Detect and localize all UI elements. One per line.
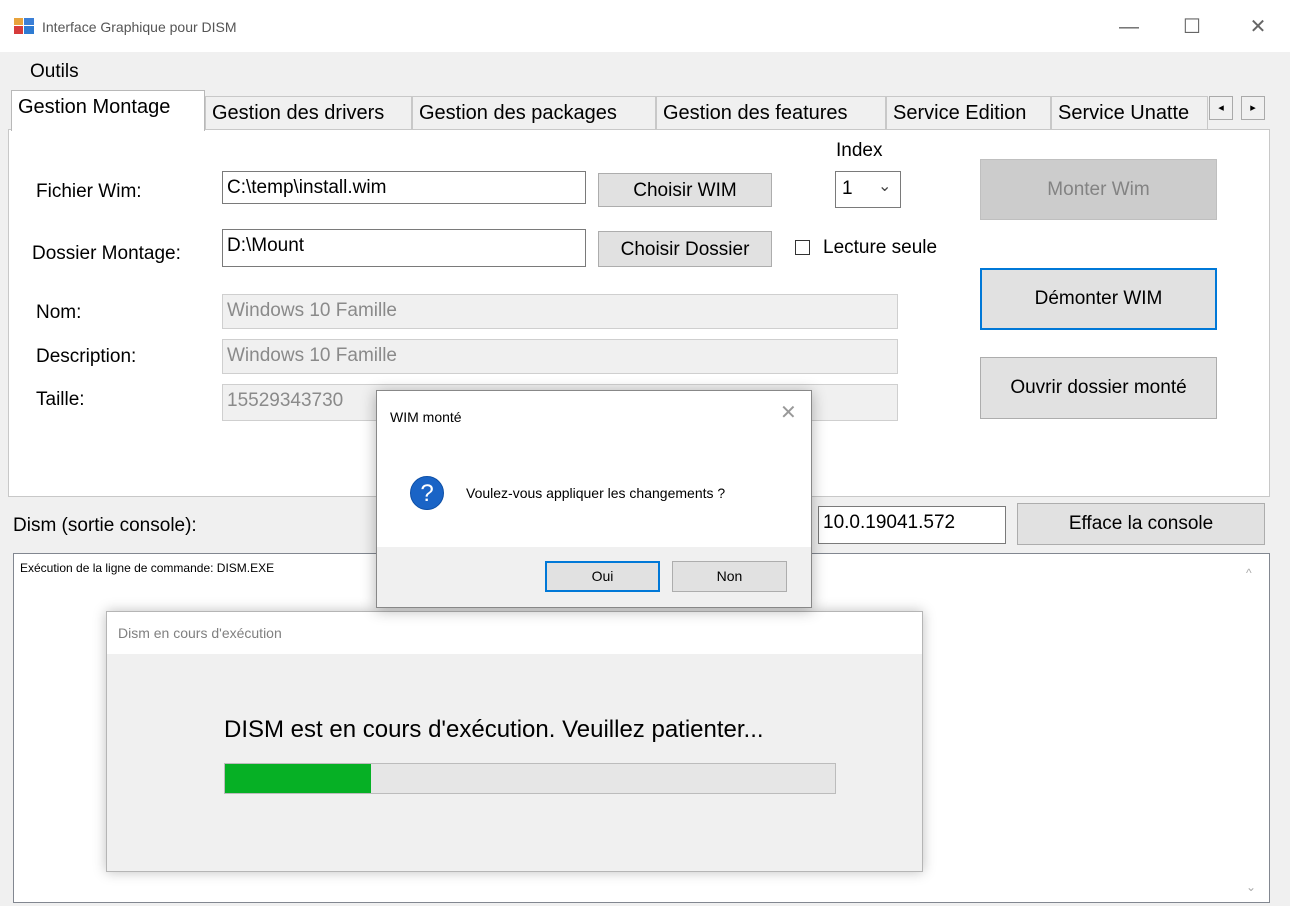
console-label: Dism (sortie console): [13,515,197,536]
description-field: Windows 10 Famille [222,339,898,374]
message-box-text: Voulez-vous appliquer les changements ? [466,485,726,501]
progress-message: DISM est en cours d'exécution. Veuillez … [224,716,764,743]
tab-gestion-drivers[interactable]: Gestion des drivers [205,96,412,129]
menu-outils[interactable]: Outils [30,61,79,83]
tab-gestion-packages[interactable]: Gestion des packages [412,96,656,129]
fichier-wim-label: Fichier Wim: [36,181,142,202]
tab-scroll-right-button[interactable]: ▸ [1241,96,1265,120]
dossier-montage-input[interactable]: D:\Mount [222,229,586,267]
index-select[interactable]: 1 ⌄ [835,171,901,208]
non-button[interactable]: Non [672,561,787,592]
scroll-up-icon[interactable]: ^ [1246,566,1252,580]
version-field: 10.0.19041.572 [818,506,1006,544]
lecture-seule-label: Lecture seule [823,237,938,258]
tab-gestion-features[interactable]: Gestion des features [656,96,886,129]
console-output-text: Exécution de la ligne de commande: DISM.… [20,561,275,575]
menu-bar [0,52,1290,88]
question-icon: ? [410,476,444,510]
fichier-wim-input[interactable]: C:\temp\install.wim [222,171,586,204]
efface-console-button[interactable]: Efface la console [1017,503,1265,545]
nom-label: Nom: [36,302,82,323]
lecture-seule-checkbox[interactable] [795,240,810,255]
monter-wim-button[interactable]: Monter Wim [980,159,1217,220]
oui-button[interactable]: Oui [545,561,660,592]
maximize-button[interactable]: ☐ [1177,14,1207,40]
demonter-wim-button[interactable]: Démonter WIM [980,268,1217,330]
tab-service-edition[interactable]: Service Edition [886,96,1051,129]
minimize-button[interactable]: — [1114,14,1144,40]
message-box-title: WIM monté [390,409,462,425]
progress-bar-fill [225,764,371,793]
window-title: Interface Graphique pour DISM [42,19,237,35]
choisir-dossier-button[interactable]: Choisir Dossier [598,231,772,267]
tab-gestion-montage[interactable]: Gestion Montage [11,90,205,131]
tab-scroll-left-button[interactable]: ◂ [1209,96,1233,120]
ouvrir-dossier-button[interactable]: Ouvrir dossier monté [980,357,1217,419]
index-label: Index [836,140,883,161]
close-button[interactable]: ✕ [1243,14,1273,40]
app-icon [14,18,34,34]
nom-field: Windows 10 Famille [222,294,898,329]
dossier-montage-label: Dossier Montage: [32,243,181,264]
description-label: Description: [36,346,137,367]
tab-service-unattend[interactable]: Service Unatte [1051,96,1208,129]
taille-label: Taille: [36,389,85,410]
chevron-down-icon: ⌄ [878,178,892,195]
index-select-value: 1 [842,178,853,199]
message-box-close-icon[interactable]: ✕ [780,400,797,425]
scroll-down-icon[interactable]: ⌄ [1246,880,1256,894]
progress-window-title: Dism en cours d'exécution [118,625,282,641]
choisir-wim-button[interactable]: Choisir WIM [598,173,772,207]
